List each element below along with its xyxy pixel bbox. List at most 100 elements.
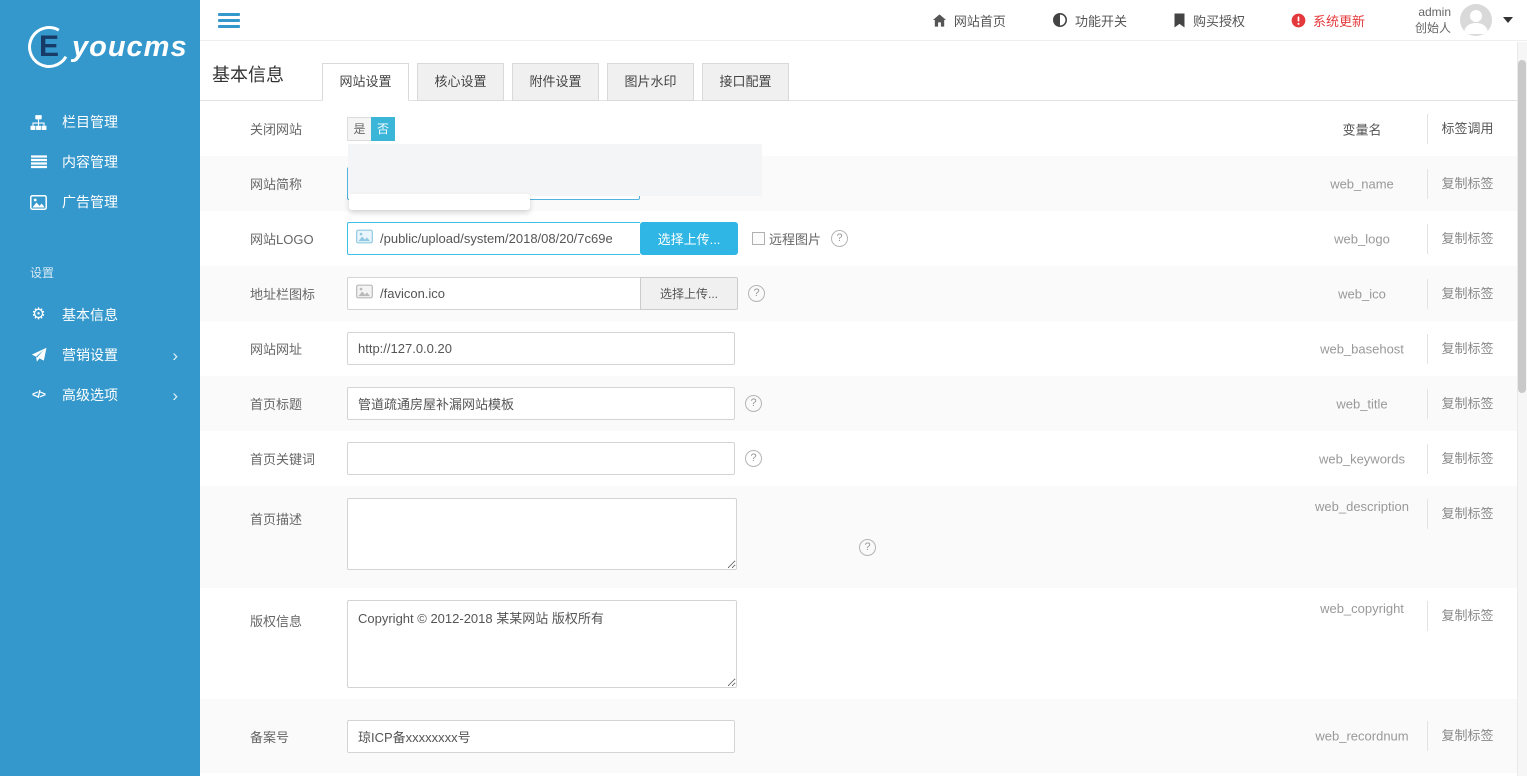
sitemap-icon [30,114,47,131]
variable-name: web_keywords [1292,451,1432,466]
sidebar-item-label: 高级选项 [62,385,118,405]
copy-tag-link[interactable]: 复制标签 [1427,601,1507,631]
close-site-toggle: 是 否 [347,117,395,141]
sidebar-item-label: 广告管理 [62,192,118,212]
copyright-area: Copyright © 2012-2018 某某网站 版权所有 [347,588,737,688]
sidebar-item-label: 基本信息 [62,305,118,325]
alert-circle-icon [1291,13,1306,28]
sidebar-menu: 栏目管理 内容管理 广告管理 设置 ⚙ 基本信息 [0,102,200,415]
logo-path-input[interactable] [347,222,640,255]
copy-tag-link[interactable]: 复制标签 [1427,169,1507,199]
image-icon [30,194,47,211]
copy-tag-link[interactable]: 复制标签 [1427,334,1507,364]
autocomplete-dropdown[interactable] [349,194,530,210]
help-icon[interactable]: ? [745,395,762,412]
nav-feature-switch[interactable]: 功能开关 [1052,11,1127,30]
nav-system-update[interactable]: 系统更新 [1291,11,1365,30]
sidebar-item-ads[interactable]: 广告管理 [0,182,200,222]
nav-buy-license[interactable]: 购买授权 [1173,11,1245,30]
tab-attachment-settings[interactable]: 附件设置 [512,63,599,101]
sidebar: E youcms 栏目管理 内容管理 广告管理 设 [0,0,200,776]
help-icon[interactable]: ? [745,450,762,467]
row-copyright: 版权信息 Copyright © 2012-2018 某某网站 版权所有 web… [200,588,1517,699]
base-url-input[interactable] [347,332,735,365]
logo-upload-control: 选择上传... [347,222,738,255]
sidebar-section-settings: 设置 [0,264,200,281]
favicon-upload-button[interactable]: 选择上传... [640,277,738,310]
page-title: 基本信息 [212,61,284,87]
field-label: 首页标题 [250,394,347,413]
user-info: admin 创始人 [1415,4,1451,36]
field-label: 地址栏图标 [250,284,347,303]
variable-name: web_logo [1292,231,1432,246]
nav-item-label: 功能开关 [1075,11,1127,30]
help-icon[interactable]: ? [831,230,848,247]
sidebar-item-content[interactable]: 内容管理 [0,142,200,182]
hamburger-menu-icon[interactable] [218,10,240,31]
row-home-title: 首页标题 ? web_title 复制标签 [200,376,1517,431]
variable-name: web_description [1292,499,1432,514]
copy-tag-link[interactable]: 复制标签 [1427,389,1507,419]
variable-name: web_title [1292,396,1432,411]
tab-image-watermark[interactable]: 图片水印 [607,63,694,101]
chevron-right-icon: › [172,387,178,404]
column-header-tag: 标签调用 [1427,114,1507,144]
copy-tag-link[interactable]: 复制标签 [1427,224,1507,254]
variable-name: web_basehost [1292,341,1432,356]
app-logo[interactable]: E youcms [0,0,200,68]
avatar[interactable] [1460,4,1492,36]
favicon-upload-control: 选择上传... [347,277,738,310]
paper-plane-icon [30,347,47,364]
sidebar-item-advanced[interactable]: </> 高级选项 › [0,375,200,415]
scrollbar-track[interactable] [1517,42,1527,776]
record-number-input[interactable] [347,720,735,753]
variable-name: web_name [1292,176,1432,191]
toggle-no-button[interactable]: 否 [371,117,395,141]
row-site-logo: 网站LOGO 选择上传... 远程图片 ? web_logo 复制标签 [200,211,1517,266]
logo-e-icon: E [23,21,74,72]
tab-site-settings[interactable]: 网站设置 [322,63,409,101]
sidebar-item-columns[interactable]: 栏目管理 [0,102,200,142]
image-file-icon [356,284,373,303]
nav-item-label: 系统更新 [1313,11,1365,30]
toggle-icon [1052,12,1068,28]
gear-icon: ⚙ [30,307,47,324]
copy-tag-link[interactable]: 复制标签 [1427,721,1507,751]
code-icon: </> [30,387,47,404]
nav-item-label: 购买授权 [1193,11,1245,30]
field-label: 网站LOGO [250,229,347,248]
field-label: 版权信息 [250,588,347,630]
variable-name: web_copyright [1292,601,1432,616]
toggle-yes-button[interactable]: 是 [347,117,371,141]
nav-site-home[interactable]: 网站首页 [932,11,1006,30]
field-label: 首页描述 [250,486,347,528]
help-icon[interactable]: ? [859,539,876,556]
sidebar-item-label: 内容管理 [62,152,118,172]
home-description-textarea[interactable] [347,498,737,570]
person-icon [1460,4,1492,36]
favicon-path-input[interactable] [347,277,640,310]
logo-upload-button[interactable]: 选择上传... [640,222,738,255]
tab-api-config[interactable]: 接口配置 [702,63,789,101]
copy-tag-link[interactable]: 复制标签 [1427,444,1507,474]
sidebar-item-marketing[interactable]: 营销设置 › [0,335,200,375]
remote-image-checkbox[interactable] [752,232,765,245]
top-nav: 网站首页 功能开关 购买授权 系统更新 admin 创始人 [932,4,1513,36]
variable-name: web_ico [1292,286,1432,301]
user-menu[interactable]: admin 创始人 [1415,4,1513,36]
copy-tag-link[interactable]: 复制标签 [1427,499,1507,529]
description-area: ? [347,486,737,570]
tab-core-settings[interactable]: 核心设置 [417,63,504,101]
tab-bar: 基本信息 网站设置 核心设置 附件设置 图片水印 接口配置 [200,41,1517,101]
home-title-input[interactable] [347,387,735,420]
column-header-variable: 变量名 [1292,119,1432,138]
checkbox-label: 远程图片 [769,229,821,248]
sidebar-item-basic-info[interactable]: ⚙ 基本信息 [0,295,200,335]
copyright-textarea[interactable]: Copyright © 2012-2018 某某网站 版权所有 [347,600,737,688]
copy-tag-link[interactable]: 复制标签 [1427,279,1507,309]
scrollbar-thumb[interactable] [1518,60,1526,393]
home-keywords-input[interactable] [347,442,735,475]
help-icon[interactable]: ? [748,285,765,302]
field-label: 首页关键词 [250,449,347,468]
variable-name: web_recordnum [1292,729,1432,744]
